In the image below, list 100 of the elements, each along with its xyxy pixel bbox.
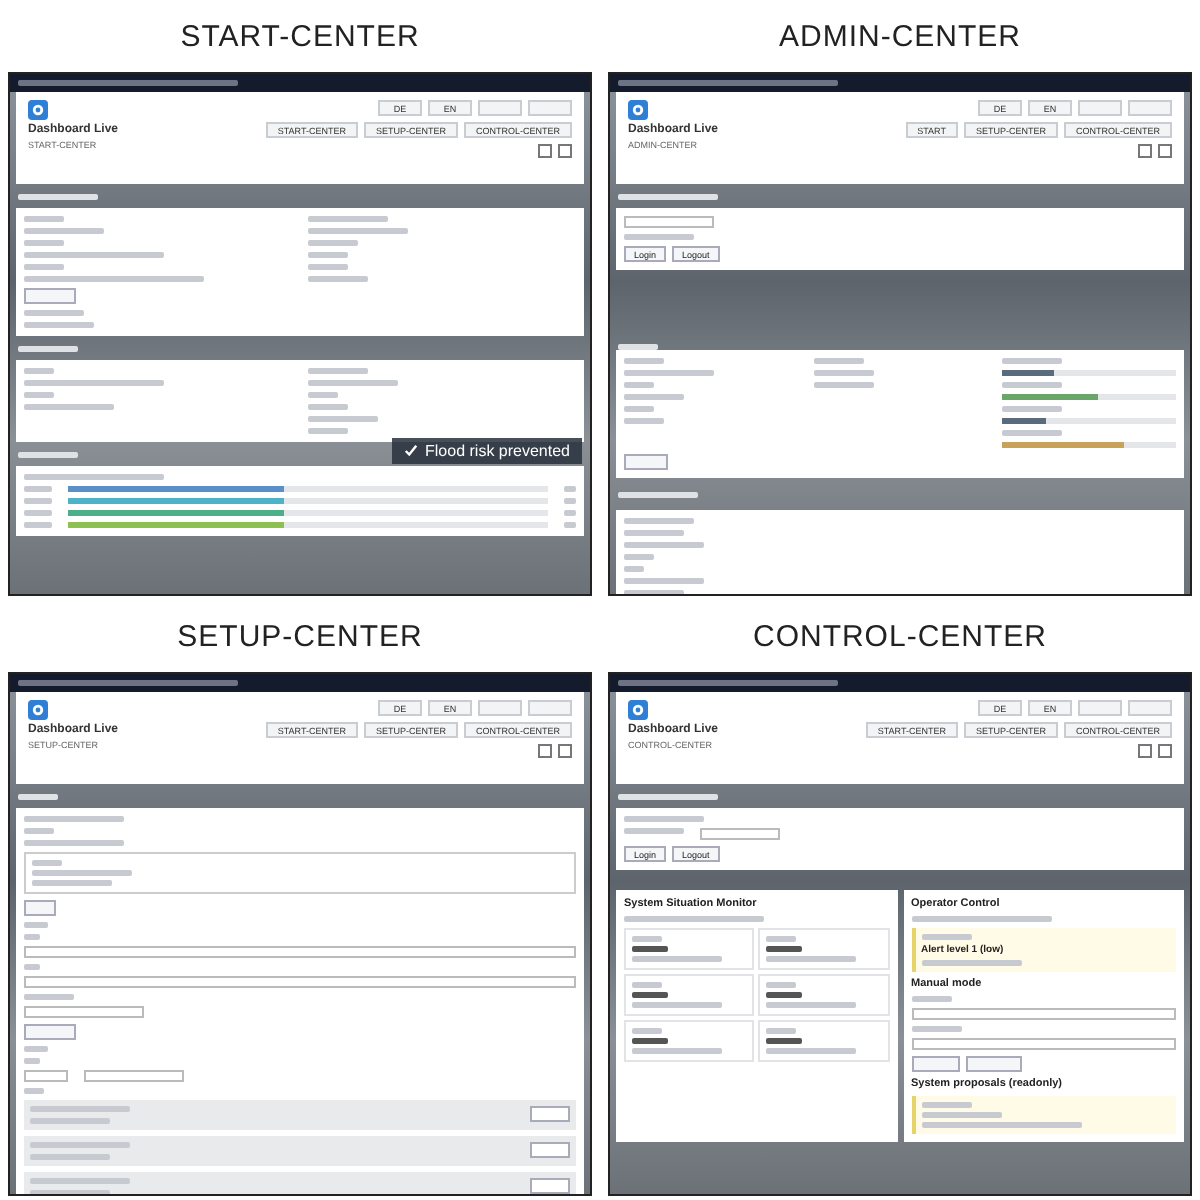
blurred-text (766, 992, 803, 998)
input-field[interactable] (24, 1006, 144, 1018)
blurred-text (24, 240, 64, 246)
blurred-text (24, 216, 64, 222)
blurred-text (18, 345, 78, 351)
blurred-text (24, 816, 124, 822)
blurred-text (308, 276, 368, 282)
blurred-text (1002, 358, 1063, 364)
checkbox-icon[interactable] (1138, 744, 1152, 758)
banner-text: Flood risk prevented (425, 442, 570, 460)
blurred-text (32, 870, 132, 876)
checkbox-icon[interactable] (558, 144, 572, 158)
blurred-text (624, 406, 654, 412)
blurred-text (813, 358, 864, 364)
header-button[interactable] (478, 700, 522, 716)
blurred-text (618, 193, 718, 199)
row-button[interactable] (530, 1142, 570, 1158)
blurred-text (24, 1046, 48, 1052)
blurred-text (24, 964, 40, 970)
app-logo-icon (28, 700, 48, 720)
input-field[interactable] (24, 1070, 68, 1082)
blurred-text (24, 252, 164, 258)
input-field[interactable] (24, 946, 576, 958)
blurred-text (24, 392, 54, 398)
action-button[interactable] (24, 900, 56, 916)
input-field[interactable] (24, 976, 576, 988)
input-field[interactable] (624, 216, 714, 228)
blurred-text (624, 394, 684, 400)
action-button[interactable] (911, 1056, 959, 1072)
blurred-text (624, 234, 694, 240)
blurred-text (1002, 406, 1063, 412)
list-row[interactable] (24, 1172, 576, 1194)
blurred-text (24, 828, 54, 834)
blurred-text (766, 1038, 803, 1044)
blurred-text (24, 474, 164, 480)
blurred-text (921, 1102, 971, 1108)
blurred-text (632, 992, 668, 998)
blurred-text (24, 310, 84, 316)
blurred-text (24, 322, 94, 328)
blurred-text (632, 982, 662, 988)
password-field[interactable] (700, 828, 780, 840)
blurred-text (308, 252, 348, 258)
select-field[interactable] (911, 1008, 1176, 1020)
blurred-text (766, 936, 797, 942)
row-button[interactable] (530, 1178, 570, 1194)
header-button[interactable] (1128, 700, 1172, 716)
blurred-text (24, 994, 74, 1000)
capture-button[interactable] (24, 288, 76, 304)
action-button[interactable] (24, 1024, 76, 1040)
blurred-text (24, 404, 114, 410)
blurred-text (624, 358, 664, 364)
blurred-text (766, 946, 803, 952)
blurred-text (911, 996, 951, 1002)
blurred-text (632, 946, 668, 952)
blurred-text (308, 228, 408, 234)
blurred-text (624, 828, 684, 834)
blurred-text (624, 370, 714, 376)
refresh-button[interactable] (624, 454, 668, 470)
checkbox-icon[interactable] (1158, 144, 1172, 158)
header-button[interactable] (1128, 100, 1172, 116)
app-logo-icon (628, 700, 648, 720)
row-button[interactable] (530, 1106, 570, 1122)
blurred-text (308, 240, 358, 246)
blurred-text (624, 578, 704, 584)
blurred-text (624, 518, 694, 524)
blurred-text (921, 1112, 1001, 1118)
select-field[interactable] (911, 1038, 1176, 1050)
blurred-text (632, 936, 662, 942)
blurred-text (32, 880, 112, 886)
blurred-text (632, 1002, 722, 1008)
blurred-text (1002, 430, 1063, 436)
blurred-text (24, 922, 48, 928)
header-button[interactable] (1078, 700, 1122, 716)
app-logo-icon (28, 100, 48, 120)
header-button[interactable] (528, 100, 572, 116)
header-button[interactable] (478, 100, 522, 116)
blurred-text (911, 1026, 961, 1032)
header-button[interactable] (528, 700, 572, 716)
blurred-text (618, 793, 718, 799)
blurred-text (308, 404, 348, 410)
blurred-text (24, 264, 64, 270)
blurred-text (766, 982, 797, 988)
action-button[interactable] (965, 1056, 1021, 1072)
blurred-text (624, 530, 684, 536)
checkbox-icon[interactable] (538, 744, 552, 758)
checkbox-icon[interactable] (538, 144, 552, 158)
blurred-text (308, 380, 398, 386)
blurred-text (624, 554, 654, 560)
checkbox-icon[interactable] (1138, 144, 1152, 158)
blurred-text (632, 956, 722, 962)
blurred-text (624, 418, 664, 424)
blurred-text (30, 1106, 130, 1112)
list-row[interactable] (24, 1100, 576, 1130)
list-row[interactable] (24, 1136, 576, 1166)
blurred-text (911, 916, 1051, 922)
blurred-text (24, 486, 52, 492)
checkbox-icon[interactable] (558, 744, 572, 758)
header-button[interactable] (1078, 100, 1122, 116)
checkbox-icon[interactable] (1158, 744, 1172, 758)
select-field[interactable] (84, 1070, 184, 1082)
